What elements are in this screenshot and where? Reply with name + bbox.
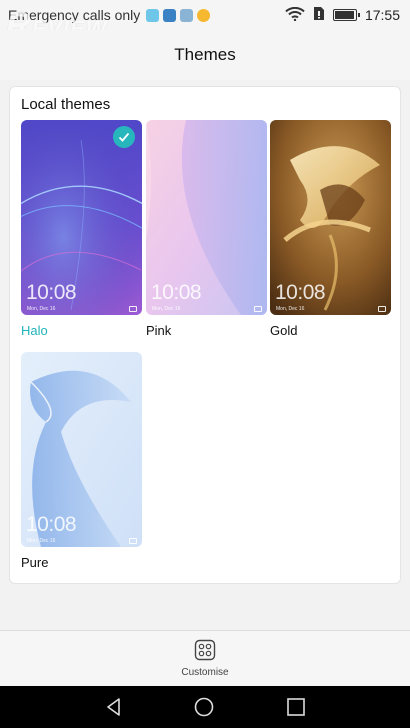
theme-clock: 10:08	[151, 281, 202, 304]
notification-app-icon	[197, 8, 211, 22]
theme-date: Mon, Dec 16	[27, 306, 56, 312]
camera-icon	[129, 538, 137, 544]
theme-item-gold[interactable]: 10:08 Mon, Dec 16 Gold	[270, 120, 391, 338]
theme-item-pure[interactable]: 10:08 Mon, Dec 16 Pure	[21, 352, 142, 570]
wifi-icon	[285, 6, 305, 24]
camera-icon	[129, 306, 137, 312]
battery-icon	[332, 9, 360, 21]
notification-icons	[146, 8, 211, 22]
theme-clock: 10:08	[26, 513, 77, 536]
carrier-text: Emergency calls only	[8, 7, 141, 23]
theme-label: Pure	[21, 555, 49, 570]
theme-label: Halo	[21, 323, 48, 338]
local-themes-card: Local themes 10:08 Mon, Dec 16 Halo 10:0…	[9, 86, 401, 584]
theme-label: Pink	[146, 323, 172, 338]
camera-icon	[254, 306, 262, 312]
theme-label: Gold	[270, 323, 298, 338]
camera-icon	[378, 306, 386, 312]
navigation-bar	[0, 686, 410, 728]
theme-date: Mon, Dec 16	[27, 538, 56, 544]
theme-thumbnail[interactable]: 10:08 Mon, Dec 16	[270, 120, 391, 315]
theme-thumbnail[interactable]: 10:08 Mon, Dec 16	[146, 120, 267, 315]
home-icon[interactable]	[194, 697, 214, 717]
bottom-action-bar: Customise	[0, 630, 410, 686]
notification-app-icon	[180, 8, 194, 22]
theme-date: Mon, Dec 16	[276, 306, 305, 312]
customise-label: Customise	[181, 667, 229, 678]
customise-button[interactable]: Customise	[160, 639, 250, 678]
notification-app-icon	[146, 8, 160, 22]
theme-thumbnail[interactable]: 10:08 Mon, Dec 16	[21, 352, 142, 547]
status-indicators: 17:55	[285, 6, 400, 24]
theme-clock: 10:08	[26, 281, 77, 304]
sim-icon	[313, 6, 325, 24]
notification-app-icon	[163, 8, 177, 22]
recents-icon[interactable]	[286, 697, 306, 717]
clock-text: 17:55	[364, 7, 400, 23]
theme-item-halo[interactable]: 10:08 Mon, Dec 16 Halo	[21, 120, 142, 338]
section-title: Local themes	[21, 96, 111, 113]
theme-date: Mon, Dec 16	[152, 306, 181, 312]
theme-item-pink[interactable]: 10:08 Mon, Dec 16 Pink	[146, 120, 267, 338]
title-bar: Themes	[0, 30, 410, 80]
page-title: Themes	[174, 45, 236, 64]
status-bar: Emergency calls only 17:55	[0, 0, 410, 30]
selected-check-icon	[113, 126, 135, 148]
theme-clock: 10:08	[275, 281, 326, 304]
theme-thumbnail[interactable]: 10:08 Mon, Dec 16	[21, 120, 142, 315]
customise-icon	[194, 639, 216, 661]
back-icon[interactable]	[104, 697, 124, 717]
